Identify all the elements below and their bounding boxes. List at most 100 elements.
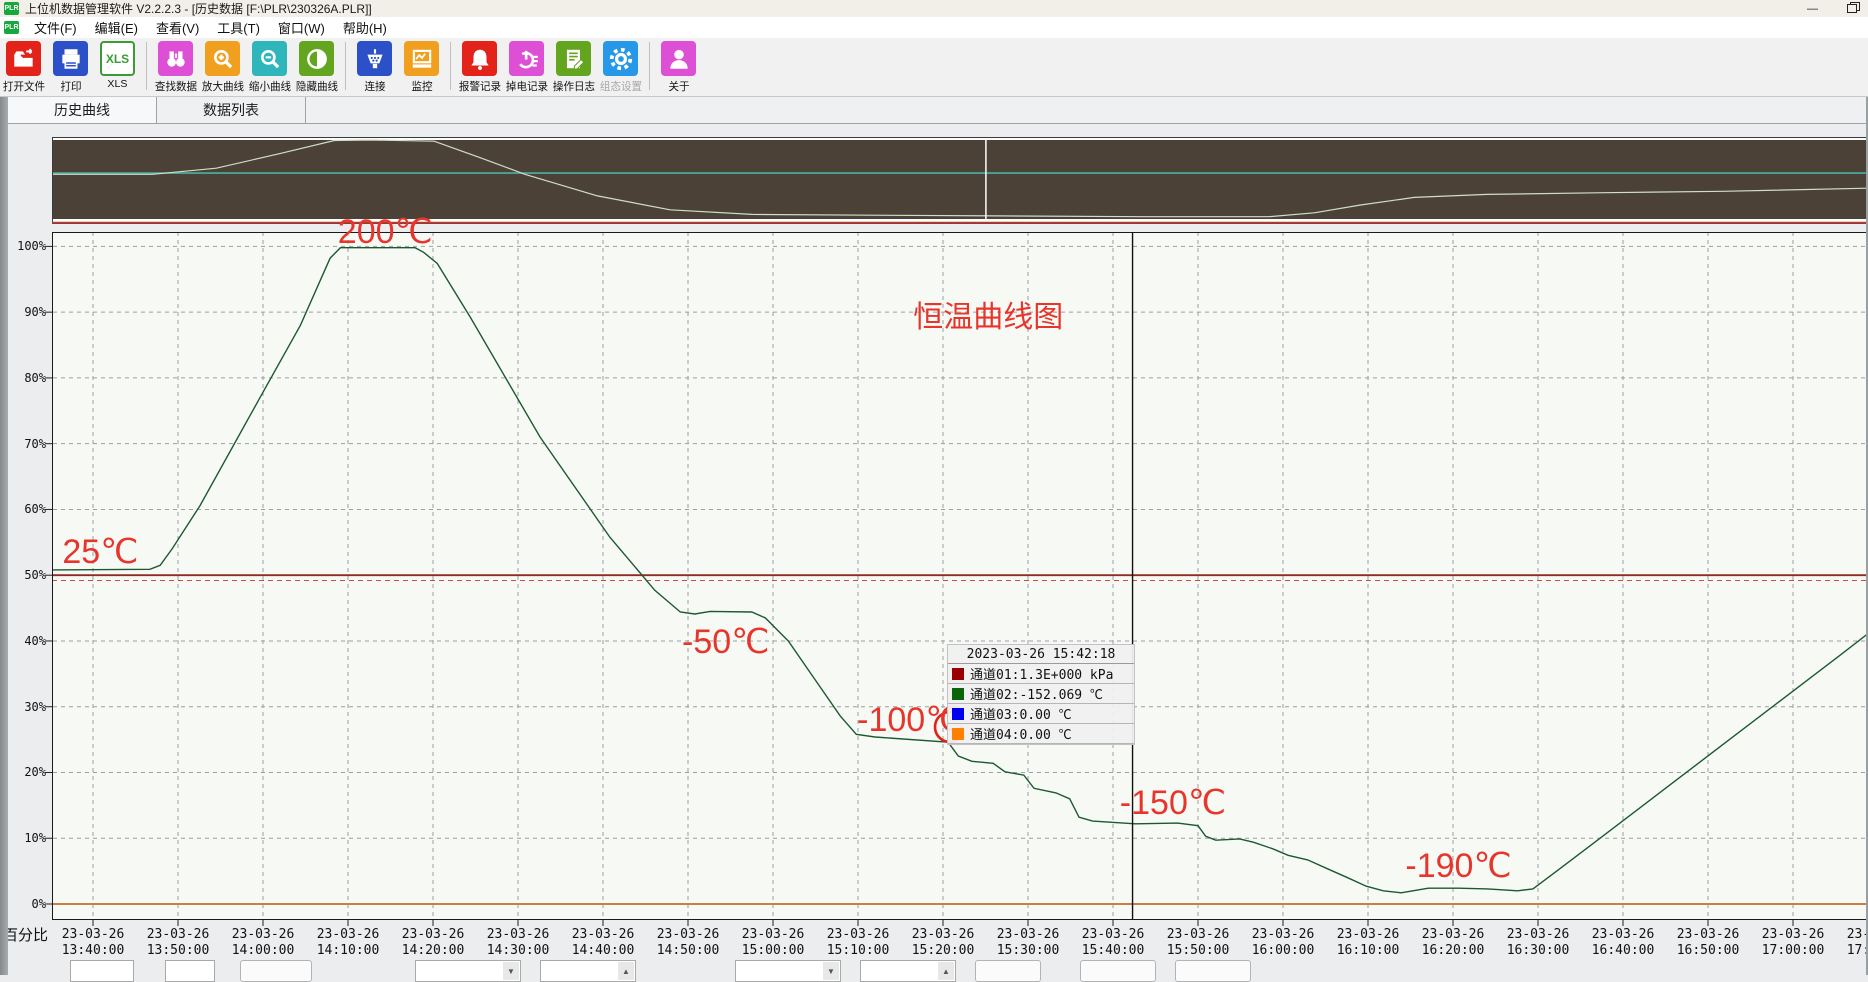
y-axis-tick-label: 10% [2, 831, 46, 845]
title-bar: PLR 上位机数据管理软件 V2.2.2.3 - [历史数据 [F:\PLR\2… [0, 0, 1868, 17]
open-file-icon [6, 41, 41, 76]
cursor-tooltip: 2023-03-26 15:42:18 通道01:1.3E+000 kPa通道0… [947, 644, 1135, 745]
toolbar-button-label: 操作日志 [552, 78, 594, 93]
toolbar-button-label: 连接 [364, 78, 385, 93]
operation-log-icon [556, 41, 591, 76]
x-axis-tick-label: 23-03-2615:20:00 [901, 927, 985, 960]
toolbar-button-label: 报警记录 [458, 78, 500, 93]
temperature-annotation: -150℃ [1120, 783, 1226, 823]
restore-button[interactable] [1845, 2, 1858, 15]
x-axis-tick-label: 23-03-2616:40:00 [1581, 927, 1665, 960]
y-axis-title: 百分比 [3, 924, 48, 945]
toolbar-button-alarm-log[interactable]: 报警记录 [456, 38, 503, 97]
minimize-button[interactable]: — [1806, 2, 1819, 15]
chart-title-annotation: 恒温曲线图 [913, 292, 1063, 336]
channel-value-text: 通道01:1.3E+000 kPa [970, 664, 1113, 683]
y-axis-tick-label: 50% [2, 568, 46, 582]
menu-item-5[interactable]: 帮助(H) [334, 17, 396, 38]
y-axis-tick-label: 80% [2, 371, 46, 385]
bottom-toolbar-control[interactable]: ▲ [860, 960, 956, 982]
app-icon: PLR [4, 2, 19, 15]
toolbar-separator [649, 42, 650, 90]
toolbar-button-label: 隐藏曲线 [295, 78, 337, 93]
toolbar-button-monitor[interactable]: 监控 [398, 38, 445, 97]
toolbar-button-label: 缩小曲线 [248, 78, 290, 93]
bottom-toolbar-control[interactable] [165, 960, 215, 982]
about-icon [661, 41, 696, 76]
bottom-toolbar-control[interactable] [1080, 960, 1156, 982]
x-axis-tick-label: 23-03-2615:00:00 [731, 927, 815, 960]
toolbar-button-label: XLS [108, 78, 128, 90]
x-axis-tick-label: 23-03-2617:10:00 [1836, 927, 1868, 960]
print-icon [53, 41, 88, 76]
toolbar-button-open-file[interactable]: 打开文件 [0, 38, 47, 97]
x-axis-tick-label: 23-03-2616:20:00 [1411, 927, 1495, 960]
y-axis-tick-label: 30% [2, 700, 46, 714]
x-axis-tick-label: 23-03-2617:00:00 [1751, 927, 1835, 960]
toolbar-button-label: 掉电记录 [505, 78, 547, 93]
toolbar-button-find-data[interactable]: 查找数据 [152, 38, 199, 97]
zoom-out-icon [252, 41, 287, 76]
toolbar-button-zoom-in[interactable]: 放大曲线 [199, 38, 246, 97]
tooltip-channel-row: 通道01:1.3E+000 kPa [948, 664, 1134, 684]
tab-history-curve[interactable]: 历史曲线 [8, 97, 157, 123]
main-toolbar: 打开文件打印 XLSXLS 查找数据放大曲线缩小曲线隐藏曲线 连接 监控 报警记录掉电记录… [0, 38, 1868, 97]
zoom-in-icon [205, 41, 240, 76]
toolbar-button-label: 打印 [60, 78, 81, 93]
toolbar-button-hide-curve[interactable]: 隐藏曲线 [293, 38, 340, 97]
toolbar-button-label: 查找数据 [154, 78, 196, 93]
toolbar-separator [146, 42, 147, 90]
bottom-toolbar-control[interactable] [70, 960, 134, 982]
toolbar-button-print[interactable]: 打印 [47, 38, 94, 97]
toolbar-button-excel[interactable]: XLSXLS [94, 38, 141, 97]
menu-item-2[interactable]: 查看(V) [147, 17, 208, 38]
toolbar-button-operation-log[interactable]: 操作日志 [550, 38, 597, 97]
tooltip-channel-row: 通道03:0.00 ℃ [948, 704, 1134, 724]
mdi-child-icon: PLR [4, 21, 19, 34]
y-axis-tick-label: 90% [2, 305, 46, 319]
bottom-toolbar-control[interactable] [240, 960, 312, 982]
x-axis-tick-label: 23-03-2614:20:00 [391, 927, 475, 960]
menu-item-0[interactable]: 文件(F) [25, 17, 86, 38]
menu-item-3[interactable]: 工具(T) [208, 17, 269, 38]
y-axis-tick-label: 0% [2, 897, 46, 911]
channel-color-chip [952, 668, 964, 680]
bottom-toolbar-control[interactable]: ▼ [735, 960, 841, 982]
toolbar-button-config[interactable]: 组态设置 [597, 38, 644, 97]
channel-value-text: 通道04:0.00 ℃ [970, 724, 1072, 743]
x-axis-tick-label: 23-03-2614:50:00 [646, 927, 730, 960]
channel-value-text: 通道02:-152.069 ℃ [970, 684, 1103, 703]
menu-item-1[interactable]: 编辑(E) [86, 17, 147, 38]
mdi-left-edge [0, 96, 8, 975]
x-axis-tick-label: 23-03-2616:00:00 [1241, 927, 1325, 960]
dropdown-arrow-icon: ▲ [618, 962, 634, 980]
tab-bar: 历史曲线数据列表 [8, 96, 1868, 124]
bottom-toolbar-control[interactable] [1175, 960, 1251, 982]
x-axis-tick-label: 23-03-2616:50:00 [1666, 927, 1750, 960]
toolbar-button-about[interactable]: 关于 [655, 38, 702, 97]
alarm-log-icon [462, 41, 497, 76]
channel-color-chip [952, 728, 964, 740]
bottom-toolbar-control[interactable] [975, 960, 1041, 982]
connect-icon [357, 41, 392, 76]
toolbar-button-connect[interactable]: 连接 [351, 38, 398, 97]
toolbar-separator [450, 42, 451, 90]
bottom-toolbar-control[interactable]: ▲ [540, 960, 636, 982]
y-axis-tick-label: 70% [2, 437, 46, 451]
bottom-toolbar-control[interactable]: ▼ [415, 960, 521, 982]
config-icon [603, 41, 638, 76]
x-axis-tick-label: 23-03-2615:50:00 [1156, 927, 1240, 960]
y-axis-tick-label: 60% [2, 502, 46, 516]
monitor-icon [404, 41, 439, 76]
menu-item-4[interactable]: 窗口(W) [269, 17, 334, 38]
tooltip-timestamp: 2023-03-26 15:42:18 [948, 645, 1134, 664]
toolbar-button-zoom-out[interactable]: 缩小曲线 [246, 38, 293, 97]
toolbar-button-power-log[interactable]: 掉电记录 [503, 38, 550, 97]
x-axis-tick-label: 23-03-2616:10:00 [1326, 927, 1410, 960]
tab-data-list[interactable]: 数据列表 [157, 97, 306, 123]
dropdown-arrow-icon: ▼ [503, 962, 519, 980]
overview-navigator[interactable] [52, 137, 1868, 224]
toolbar-separator [345, 42, 346, 90]
toolbar-button-label: 监控 [411, 78, 432, 93]
x-axis-tick-label: 23-03-2614:00:00 [221, 927, 305, 960]
